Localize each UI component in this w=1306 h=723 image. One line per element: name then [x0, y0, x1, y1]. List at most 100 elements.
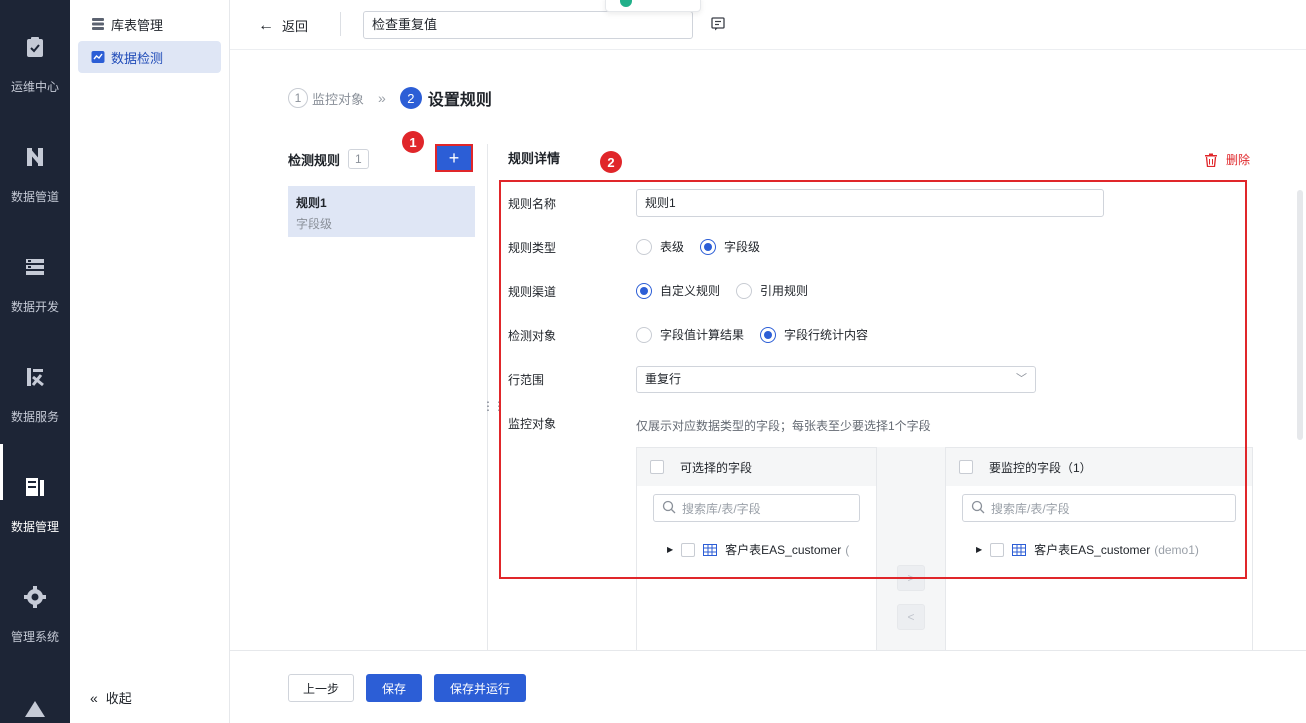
select-all-checkbox[interactable] — [650, 460, 664, 474]
top-bar: ← 返回 检查重复值 — [230, 0, 1306, 50]
item-checkbox[interactable] — [681, 542, 696, 557]
radio-reference-rule[interactable]: 引用规则 — [736, 282, 808, 299]
clipboard-check-icon — [27, 37, 43, 57]
radio-table-level[interactable]: 表级 — [636, 238, 684, 255]
radio-circle — [636, 326, 652, 343]
gear-icon — [24, 586, 46, 608]
toast-notification — [605, 0, 701, 12]
chevron-down-icon: ﹀ — [1016, 373, 1027, 385]
radio-value-result[interactable]: 字段值计算结果 — [636, 326, 744, 343]
select-all-checkbox[interactable] — [959, 460, 973, 474]
main-nav: 运维中心 数据管道 数据开发 数据服务 数据管理 管理系统 — [0, 0, 70, 723]
rule-name-input[interactable]: 规则1 — [636, 189, 1104, 217]
nav-label: 管理系统 — [10, 630, 59, 644]
save-and-run-button[interactable]: 保存并运行 — [434, 674, 526, 702]
subnav-label: 库表管理 — [111, 17, 164, 33]
field-label-range: 行范围 — [508, 373, 545, 387]
search-input[interactable]: 搜索库/表/字段 — [653, 494, 860, 522]
panel-title: 要监控的字段（1） — [989, 460, 1092, 475]
radio-circle — [700, 238, 717, 255]
double-chevron-right-icon: » — [378, 90, 386, 106]
step-indicator: 1 监控对象 » 2 设置规则 — [288, 86, 492, 110]
field-label-name: 规则名称 — [508, 197, 557, 211]
rule-type-radio-group: 表级 字段级 — [636, 238, 776, 255]
task-title-input[interactable]: 检查重复值 — [363, 11, 693, 39]
nav-label: 数据开发 — [10, 300, 59, 314]
panel-title: 可选择的字段 — [680, 460, 753, 475]
rule-list-item[interactable]: 规则1 字段级 — [288, 186, 475, 237]
panel-header: 要监控的字段（1） — [946, 448, 1252, 486]
search-input[interactable]: 搜索库/表/字段 — [962, 494, 1236, 522]
item-label: 客户表EAS_customer — [1034, 543, 1151, 557]
panel-divider — [487, 144, 488, 650]
save-button[interactable]: 保存 — [366, 674, 422, 702]
radio-circle — [636, 282, 652, 299]
move-left-button[interactable]: < — [897, 604, 925, 630]
radio-label: 字段行统计内容 — [784, 328, 869, 342]
radio-custom-rule[interactable]: 自定义规则 — [636, 282, 720, 299]
rule-name: 规则1 — [296, 196, 327, 210]
divider — [340, 12, 341, 36]
step-set-rules: 2 设置规则 — [399, 86, 492, 110]
comment-icon[interactable] — [711, 17, 725, 31]
radio-field-level[interactable]: 字段级 — [700, 238, 760, 255]
step-monitor-target[interactable]: 1 监控对象 — [288, 88, 364, 108]
item-suffix: (demo1) — [1154, 542, 1199, 557]
sub-nav: 库表管理 数据检测 « 收起 — [70, 0, 230, 723]
caret-right-icon[interactable]: ▶ — [667, 545, 673, 554]
radio-circle — [760, 326, 777, 343]
nav-item-data-management[interactable]: 数据管理 — [0, 440, 70, 550]
nav-label: 运维中心 — [10, 80, 59, 94]
service-icon — [27, 368, 44, 387]
database-icon — [92, 18, 104, 30]
rules-count-badge: 1 — [348, 149, 369, 169]
nav-label: 数据管理 — [10, 520, 59, 534]
radio-label: 自定义规则 — [660, 284, 721, 298]
rule-channel-radio-group: 自定义规则 引用规则 — [636, 282, 824, 299]
rule-type: 字段级 — [296, 217, 333, 231]
radio-label: 字段值计算结果 — [660, 328, 745, 342]
collapse-label: 收起 — [105, 691, 132, 706]
tree-item[interactable]: ▶ 客户表EAS_customer ( — [667, 541, 849, 558]
annotation-marker-2: 2 — [600, 151, 622, 173]
scrollbar[interactable] — [1297, 190, 1303, 440]
prev-step-button[interactable]: 上一步 — [288, 674, 354, 702]
nav-label: 数据管道 — [10, 190, 59, 204]
pipeline-icon — [27, 148, 43, 166]
delete-label: 删除 — [1226, 153, 1251, 167]
move-right-button[interactable]: > — [897, 565, 925, 591]
back-button[interactable]: ← 返回 — [258, 16, 308, 35]
detail-title: 规则详情 — [508, 151, 561, 166]
selected-fields-panel: 要监控的字段（1） 搜索库/表/字段 ▶ 客户表EAS_customer (de… — [945, 447, 1253, 657]
item-suffix: ( — [845, 542, 850, 557]
nav-item-dev[interactable]: 数据开发 — [0, 220, 70, 330]
nav-item-service[interactable]: 数据服务 — [0, 330, 70, 440]
row-range-select[interactable]: 重复行 ﹀ — [636, 366, 1036, 393]
nav-item-pipeline[interactable]: 数据管道 — [0, 110, 70, 220]
nav-item-ops[interactable]: 运维中心 — [0, 0, 70, 110]
delete-rule-button[interactable]: 删除 — [1204, 151, 1250, 168]
search-icon — [971, 500, 985, 517]
radio-circle — [736, 282, 753, 299]
caret-right-icon[interactable]: ▶ — [976, 545, 982, 554]
table-icon — [1012, 543, 1027, 556]
step-label: 监控对象 — [312, 91, 365, 107]
select-value: 重复行 — [645, 372, 682, 386]
nav-item-admin[interactable]: 管理系统 — [0, 550, 70, 660]
subnav-label: 数据检测 — [111, 50, 164, 66]
nav-label: 数据服务 — [10, 410, 59, 424]
trash-icon — [1205, 153, 1217, 167]
item-checkbox[interactable] — [990, 542, 1005, 557]
table-icon — [703, 543, 718, 556]
field-label-monitor: 监控对象 — [508, 417, 557, 431]
subnav-item-data-check[interactable]: 数据检测 — [78, 41, 221, 73]
drag-handle-icon[interactable]: ⋮⋮ — [482, 399, 505, 413]
tree-item[interactable]: ▶ 客户表EAS_customer (demo1) — [976, 541, 1199, 558]
add-rule-button[interactable]: + — [435, 144, 473, 172]
subnav-item-table-management[interactable]: 库表管理 — [78, 8, 221, 40]
panel-header: 可选择的字段 — [637, 448, 876, 486]
radio-row-stats[interactable]: 字段行统计内容 — [760, 326, 868, 343]
collapse-button[interactable]: « 收起 — [90, 688, 132, 707]
radio-circle — [636, 238, 652, 255]
step-number: 2 — [399, 87, 422, 109]
